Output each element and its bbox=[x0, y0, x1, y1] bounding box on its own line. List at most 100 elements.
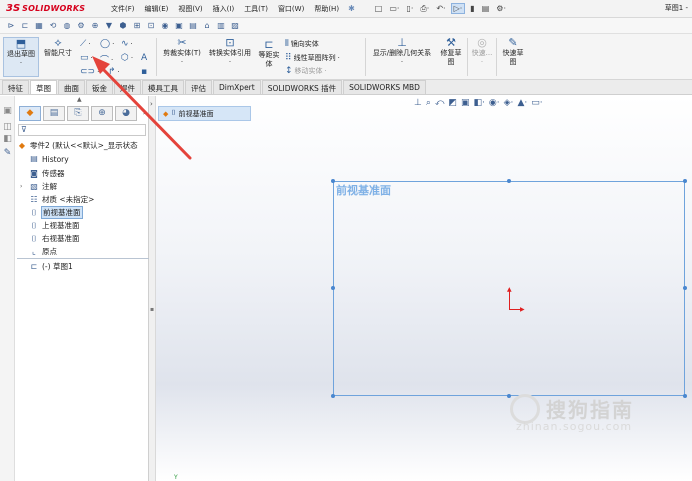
plane-handle[interactable] bbox=[331, 179, 335, 183]
tab-evaluate[interactable]: 评估 bbox=[185, 80, 212, 94]
tab-surfaces[interactable]: 曲面 bbox=[58, 80, 85, 94]
breadcrumb[interactable]: ◆ ⌷ 前视基准面 bbox=[158, 106, 251, 121]
toolbar-icon[interactable]: ⚙ bbox=[76, 21, 86, 31]
menu-help[interactable]: 帮助(H) bbox=[309, 4, 344, 14]
exit-sketch-button[interactable]: ⬒ 退出草图 · bbox=[3, 37, 39, 77]
save-icon[interactable]: ▯· bbox=[404, 4, 415, 13]
previous-view-icon[interactable]: ⤺ bbox=[435, 98, 445, 108]
toolbar-icon[interactable]: ⊕ bbox=[90, 21, 100, 31]
plane-handle[interactable] bbox=[507, 394, 511, 398]
tab-mold-tools[interactable]: 模具工具 bbox=[142, 80, 184, 94]
property-manager-tab-icon[interactable]: ▤ bbox=[43, 106, 65, 121]
toolbar-icon[interactable]: ⊳ bbox=[6, 21, 16, 31]
tab-dimxpert[interactable]: DimXpert bbox=[213, 80, 261, 94]
display-manager-tab-icon[interactable]: ◕ bbox=[115, 106, 137, 121]
splitter-grip-icon[interactable]: ▪ bbox=[150, 306, 154, 313]
open-document-icon[interactable]: ▭· bbox=[387, 4, 401, 13]
toolbar-icon[interactable]: ⬢ bbox=[118, 21, 128, 31]
plane-handle[interactable] bbox=[683, 286, 687, 290]
toolbar-icon[interactable]: ◉ bbox=[160, 21, 170, 31]
slot-tool[interactable]: ⊂⊃ · bbox=[80, 67, 99, 77]
toolbar-icon[interactable]: ▥ bbox=[216, 21, 226, 31]
text-tool[interactable]: A bbox=[141, 53, 147, 63]
undo-icon[interactable]: ↶· bbox=[434, 4, 447, 13]
offset-entities-button[interactable]: ⊏ 等距实体 bbox=[256, 39, 282, 79]
linear-pattern-button[interactable]: ⠿ 线性草图阵列 · bbox=[285, 53, 340, 63]
toolbar-icon[interactable]: ▣ bbox=[174, 21, 184, 31]
toolbar-icon[interactable]: ⌂ bbox=[202, 21, 212, 31]
rail-icon[interactable]: ◧ bbox=[2, 134, 13, 145]
toolbar-icon[interactable]: ▼ bbox=[104, 21, 114, 31]
tree-filter-input[interactable]: ⊽ bbox=[18, 124, 146, 136]
tab-sketch[interactable]: 草图 bbox=[30, 80, 57, 94]
configuration-tab-icon[interactable]: ⎘ bbox=[67, 106, 89, 121]
zoom-area-icon[interactable]: ⌕ bbox=[426, 98, 431, 108]
toolbar-icon[interactable]: ⊡ bbox=[146, 21, 156, 31]
apply-scene-icon[interactable]: ▲· bbox=[517, 98, 527, 108]
plane-handle[interactable] bbox=[683, 394, 687, 398]
trim-entities-button[interactable]: ✂ 剪裁实体(T) · bbox=[160, 37, 204, 77]
options-icon[interactable]: ⚙· bbox=[494, 4, 508, 13]
new-document-icon[interactable]: □ bbox=[373, 4, 385, 13]
collapse-panel-icon[interactable]: › bbox=[150, 100, 153, 108]
toolbar-icon[interactable]: ⊞ bbox=[132, 21, 142, 31]
convert-entities-button[interactable]: ⊡ 转换实体引用 · bbox=[205, 37, 255, 77]
move-entities-button[interactable]: ↕ 移动实体 · bbox=[285, 66, 327, 76]
tree-item-sensors[interactable]: ◙ 传感器 bbox=[29, 168, 64, 179]
circle-tool[interactable]: ◯ · bbox=[100, 39, 114, 49]
view-orientation-icon[interactable]: ▣ bbox=[461, 98, 470, 108]
print-icon[interactable]: ⎙· bbox=[418, 4, 431, 14]
tree-item-material[interactable]: ☷ 材质 <未指定> bbox=[29, 194, 94, 205]
display-style-icon[interactable]: ◧· bbox=[474, 98, 485, 108]
hide-show-icon[interactable]: ◉· bbox=[489, 98, 500, 108]
spline-tool[interactable]: ∿ · bbox=[121, 39, 133, 49]
solidworks-logo[interactable]: 3S SOLIDWORKS bbox=[6, 3, 92, 14]
graphics-area[interactable]: ◆ ⌷ 前视基准面 ⊥ ⌕ ⤺ ◩ ▣ ◧· ◉· ◈· ▲· ▭· 前视基准面… bbox=[156, 96, 692, 481]
more-tabs-icon[interactable]: › bbox=[143, 108, 146, 117]
tree-item-front-plane[interactable]: ⌷ 前视基准面 bbox=[29, 206, 83, 219]
plane-handle[interactable] bbox=[331, 394, 335, 398]
plane-handle[interactable] bbox=[507, 179, 511, 183]
menu-insert[interactable]: 插入(I) bbox=[208, 4, 240, 14]
rapid-sketch-button[interactable]: ✎ 快速草图 bbox=[499, 37, 527, 77]
tree-item-annotations[interactable]: › ▧ 注解 bbox=[20, 181, 57, 192]
toolbar-icon[interactable]: ▤ bbox=[188, 21, 198, 31]
repair-sketch-button[interactable]: ⚒ 修复草图 bbox=[437, 37, 465, 77]
menu-window[interactable]: 窗口(W) bbox=[273, 4, 309, 14]
tree-item-top-plane[interactable]: ⌷ 上视基准面 bbox=[29, 220, 80, 231]
tab-features[interactable]: 特征 bbox=[2, 80, 29, 94]
edit-appearance-icon[interactable]: ◈· bbox=[504, 98, 514, 108]
fillet-tool[interactable]: ↱ · bbox=[108, 67, 120, 77]
rail-icon[interactable]: ▣ bbox=[2, 106, 13, 117]
dimxpert-tab-icon[interactable]: ⊕ bbox=[91, 106, 113, 121]
polygon-tool[interactable]: ⬡ · bbox=[121, 53, 133, 63]
show-relations-button[interactable]: ⊥ 显示/删除几何关系 · bbox=[368, 37, 436, 77]
menu-tools[interactable]: 工具(T) bbox=[239, 4, 273, 14]
menu-edit[interactable]: 编辑(E) bbox=[140, 4, 174, 14]
tab-addins[interactable]: SOLIDWORKS 插件 bbox=[261, 80, 343, 94]
panel-splitter[interactable]: › ▪ bbox=[149, 96, 156, 481]
appearance-icon[interactable]: ✎ bbox=[2, 148, 13, 159]
menu-view[interactable]: 视图(V) bbox=[173, 4, 207, 14]
tree-root[interactable]: ◆ 零件2 (默认<<默认>_显示状态 bbox=[17, 140, 138, 151]
tree-item-right-plane[interactable]: ⌷ 右视基准面 bbox=[29, 233, 80, 244]
tree-item-origin[interactable]: ⌞ 原点 bbox=[29, 246, 57, 257]
toolbar-icon[interactable]: ▦ bbox=[34, 21, 44, 31]
feature-tree-tab-icon[interactable]: ◆ bbox=[19, 106, 41, 121]
view-settings-icon[interactable]: ▭· bbox=[531, 98, 542, 108]
quick-snaps-button[interactable]: ◎ 快速... · bbox=[469, 37, 495, 77]
rectangle-tool[interactable]: ▭ · bbox=[80, 53, 93, 63]
tree-item-history[interactable]: ▤ History bbox=[29, 154, 68, 164]
toolbar-icon[interactable]: ⊏ bbox=[20, 21, 30, 31]
smart-dimension-button[interactable]: ⟡ 智能尺寸 bbox=[42, 37, 74, 77]
toolbar-icon[interactable]: ▨ bbox=[230, 21, 240, 31]
collapse-arrow-icon[interactable]: ▲ bbox=[77, 96, 82, 103]
expand-arrow-icon[interactable]: › bbox=[20, 183, 26, 190]
select-icon[interactable]: ▷· bbox=[450, 3, 466, 14]
tab-weldments[interactable]: 焊件 bbox=[114, 80, 141, 94]
rebuild-icon[interactable]: ▮ bbox=[468, 4, 476, 13]
arc-tool[interactable]: ⌒ · bbox=[100, 53, 113, 67]
tree-item-sketch1[interactable]: ⊏ (-) 草图1 bbox=[29, 261, 73, 272]
rollback-bar[interactable] bbox=[17, 258, 149, 259]
file-properties-icon[interactable]: ▤ bbox=[480, 4, 492, 13]
